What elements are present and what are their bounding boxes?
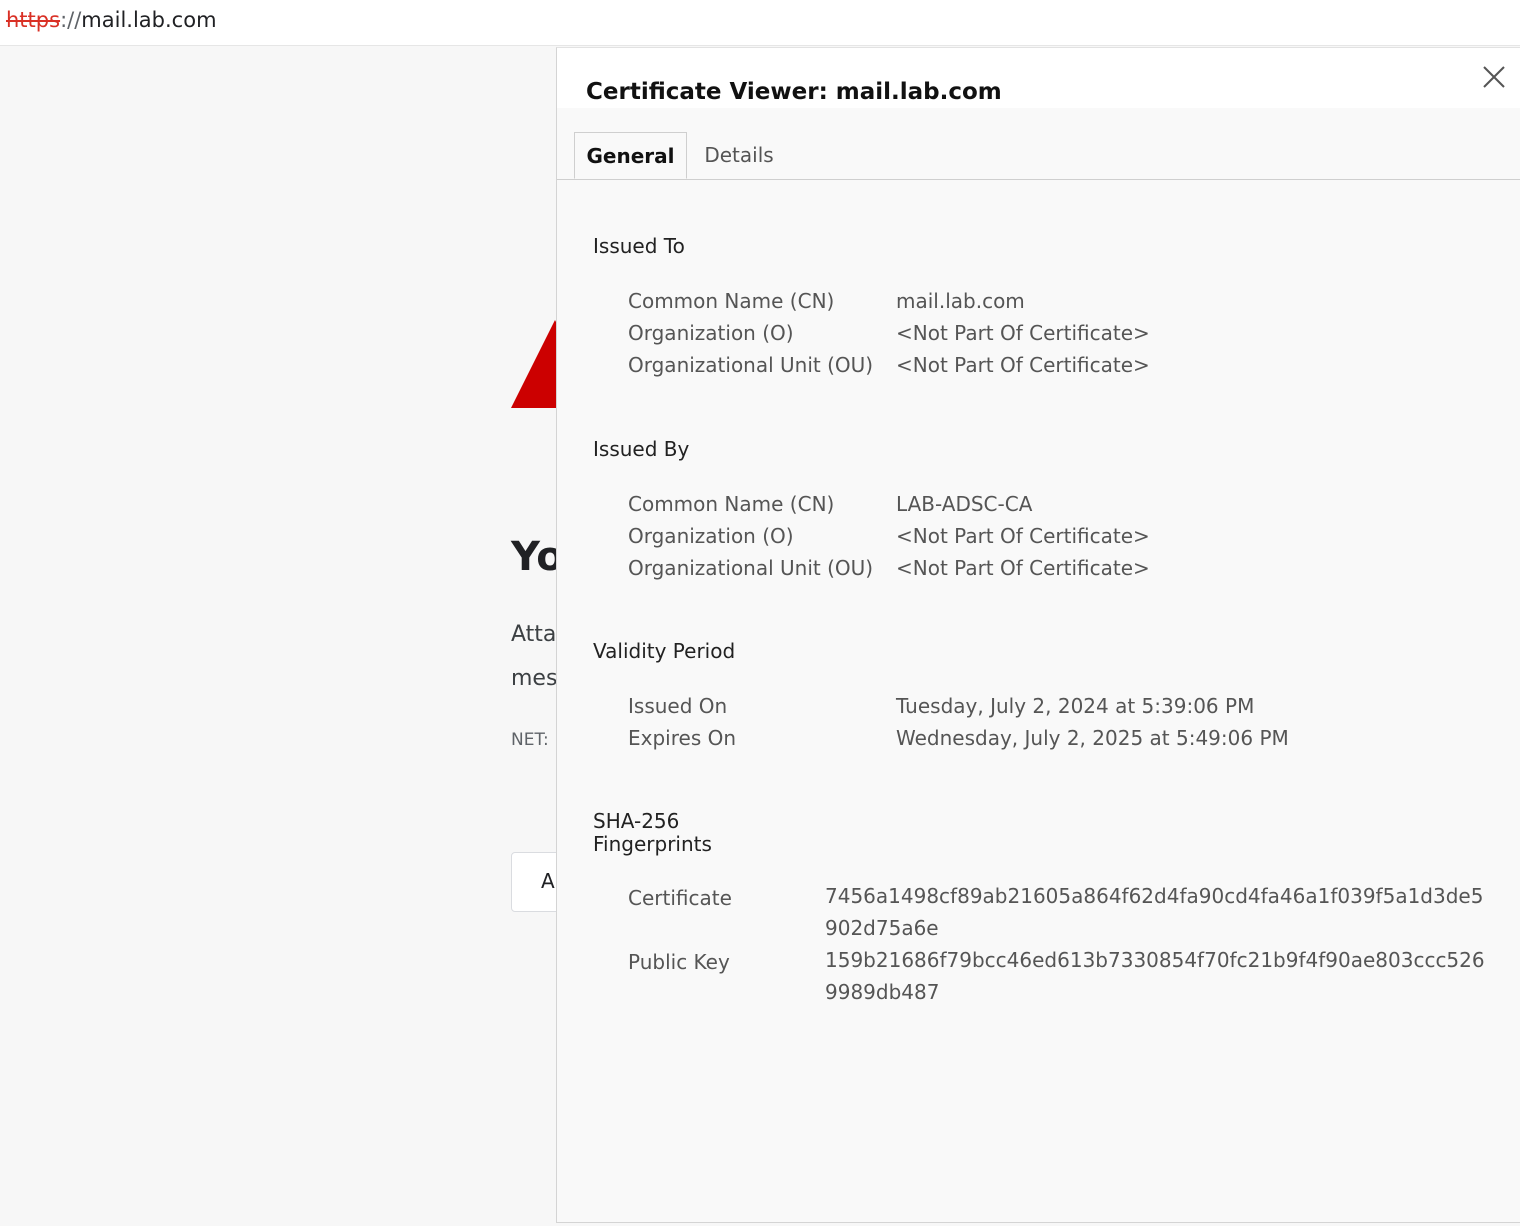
address-bar[interactable]: https://mail.lab.com (0, 0, 1520, 46)
issued-by-o-label: Organization (O) (628, 524, 794, 548)
warning-icon (511, 320, 557, 408)
public-key-fingerprint-label: Public Key (628, 950, 730, 974)
issued-on-label: Issued On (628, 694, 728, 718)
issued-to-o-label: Organization (O) (628, 321, 794, 345)
advanced-button[interactable]: A (511, 852, 557, 912)
issued-by-cn-value: LAB-ADSC-CA (896, 492, 1033, 516)
issued-on-value: Tuesday, July 2, 2024 at 5:39:06 PM (896, 694, 1255, 718)
issued-to-cn-value: mail.lab.com (896, 289, 1025, 313)
expires-on-value: Wednesday, July 2, 2025 at 5:49:06 PM (896, 726, 1289, 750)
issued-to-heading: Issued To (593, 234, 685, 258)
url-scheme-insecure: https (6, 8, 61, 32)
issued-to-o-value: <Not Part Of Certificate> (896, 321, 1150, 345)
url-text[interactable]: https://mail.lab.com (6, 8, 217, 32)
certificate-fingerprint-value: 7456a1498cf89ab21605a864f62d4fa90cd4fa46… (825, 884, 1484, 940)
url-host: mail.lab.com (81, 8, 217, 32)
issued-to-cn-label: Common Name (CN) (628, 289, 835, 313)
error-description-line1: Atta (511, 622, 557, 647)
issued-by-o-value: <Not Part Of Certificate> (896, 524, 1150, 548)
validity-period-heading: Validity Period (593, 639, 736, 663)
fingerprints-heading-line1: SHA-256 (593, 809, 680, 833)
certificate-viewer-dialog: Certificate Viewer: mail.lab.com General… (556, 47, 1520, 1223)
public-key-fingerprint-value: 159b21686f79bcc46ed613b7330854f70fc21b9f… (825, 948, 1485, 1004)
close-icon (1483, 66, 1505, 88)
tab-bar: General Details (557, 132, 1520, 180)
dialog-title: Certificate Viewer: mail.lab.com (586, 79, 1002, 105)
fingerprints-heading-line2: Fingerprints (593, 832, 712, 856)
issued-by-ou-label: Organizational Unit (OU) (628, 556, 874, 580)
error-description-line2: mes (511, 666, 557, 691)
certificate-fingerprint-label: Certificate (628, 886, 732, 910)
error-code: NET: (511, 730, 549, 750)
tab-general[interactable]: General (574, 132, 687, 179)
error-page: Yo Atta mes NET: A (0, 46, 557, 1226)
url-separator: :// (60, 8, 82, 32)
fingerprints-heading: SHA-256 Fingerprints (593, 810, 712, 856)
close-button[interactable] (1477, 60, 1511, 94)
error-heading: Yo (511, 534, 557, 580)
issued-by-cn-label: Common Name (CN) (628, 492, 835, 516)
dialog-header: Certificate Viewer: mail.lab.com (557, 48, 1520, 108)
issued-to-ou-value: <Not Part Of Certificate> (896, 353, 1150, 377)
issued-by-ou-value: <Not Part Of Certificate> (896, 556, 1150, 580)
tab-details[interactable]: Details (693, 132, 785, 178)
issued-by-heading: Issued By (593, 437, 690, 461)
expires-on-label: Expires On (628, 726, 737, 750)
issued-to-ou-label: Organizational Unit (OU) (628, 353, 874, 377)
